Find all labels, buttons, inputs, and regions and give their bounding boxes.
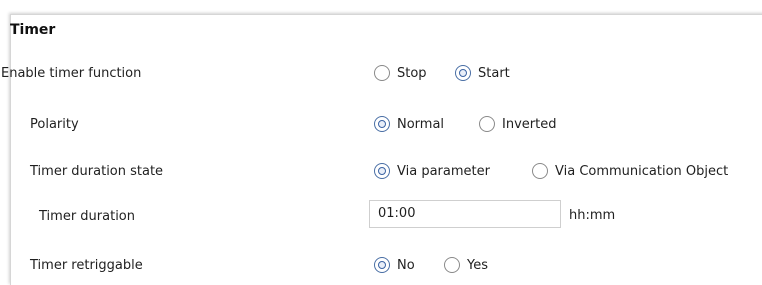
timer-settings-panel bbox=[10, 14, 762, 285]
radio-unchecked-icon[interactable] bbox=[444, 257, 460, 273]
enable-timer-stop-label: Stop bbox=[397, 65, 427, 81]
section-title: Timer bbox=[10, 22, 56, 38]
polarity-normal-label: Normal bbox=[397, 116, 445, 132]
duration-state-comm-object-option[interactable]: Via Communication Object bbox=[532, 163, 728, 179]
radio-unchecked-icon[interactable] bbox=[479, 116, 495, 132]
retriggable-yes-label: Yes bbox=[467, 257, 488, 273]
radio-checked-icon[interactable] bbox=[374, 257, 390, 273]
retriggable-no-label: No bbox=[397, 257, 415, 273]
radio-checked-icon[interactable] bbox=[374, 163, 390, 179]
radio-checked-icon[interactable] bbox=[374, 116, 390, 132]
duration-state-parameter-label: Via parameter bbox=[397, 163, 490, 179]
enable-timer-stop-option[interactable]: Stop bbox=[374, 65, 427, 81]
radio-checked-icon[interactable] bbox=[455, 65, 471, 81]
enable-timer-label: Enable timer function bbox=[1, 66, 142, 81]
duration-state-comm-object-label: Via Communication Object bbox=[555, 163, 729, 179]
polarity-inverted-label: Inverted bbox=[502, 116, 557, 132]
retriggable-yes-option[interactable]: Yes bbox=[444, 257, 488, 273]
polarity-label: Polarity bbox=[30, 117, 79, 132]
duration-state-parameter-option[interactable]: Via parameter bbox=[374, 163, 490, 179]
polarity-inverted-option[interactable]: Inverted bbox=[479, 116, 556, 132]
radio-unchecked-icon[interactable] bbox=[374, 65, 390, 81]
enable-timer-start-option[interactable]: Start bbox=[455, 65, 510, 81]
enable-timer-start-label: Start bbox=[478, 65, 510, 81]
retriggable-label: Timer retriggable bbox=[30, 258, 143, 273]
duration-state-label: Timer duration state bbox=[30, 164, 164, 179]
radio-unchecked-icon[interactable] bbox=[532, 163, 548, 179]
retriggable-no-option[interactable]: No bbox=[374, 257, 415, 273]
timer-duration-unit: hh:mm bbox=[569, 208, 616, 223]
timer-duration-label: Timer duration bbox=[39, 209, 135, 224]
polarity-normal-option[interactable]: Normal bbox=[374, 116, 444, 132]
timer-duration-input[interactable]: 01:00 bbox=[369, 200, 561, 228]
